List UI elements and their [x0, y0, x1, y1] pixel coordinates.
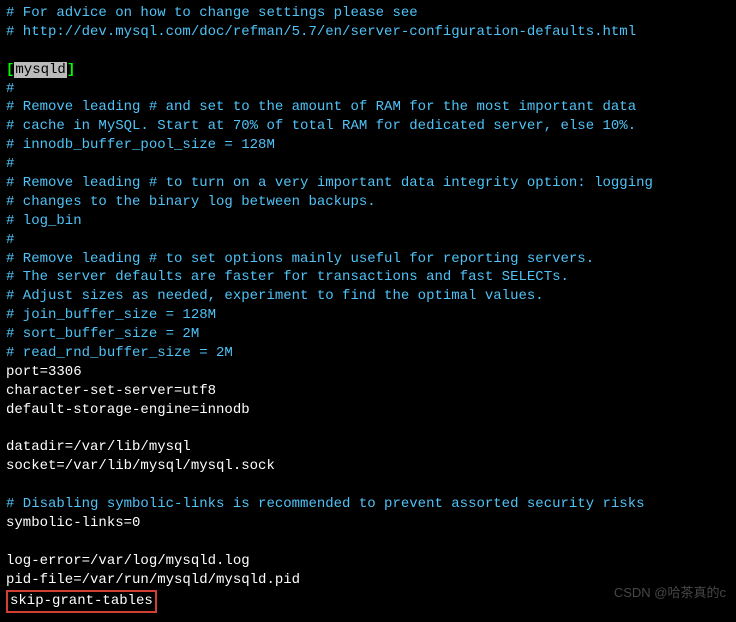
config-line: # log_bin	[6, 212, 730, 231]
comment-text: # Adjust sizes as needed, experiment to …	[6, 288, 544, 304]
setting-text: datadir=/var/lib/mysql	[6, 439, 191, 455]
config-line	[6, 533, 730, 552]
comment-text: # sort_buffer_size = 2M	[6, 326, 199, 342]
config-line	[6, 42, 730, 61]
watermark: CSDN @哈茶真的c	[614, 584, 726, 602]
highlighted-setting: skip-grant-tables	[6, 590, 157, 613]
config-line: character-set-server=utf8	[6, 382, 730, 401]
comment-text: # Remove leading # and set to the amount…	[6, 99, 636, 115]
config-line: # read_rnd_buffer_size = 2M	[6, 344, 730, 363]
config-line: # join_buffer_size = 128M	[6, 306, 730, 325]
comment-text: # Remove leading # to turn on a very imp…	[6, 175, 653, 191]
config-line: port=3306	[6, 363, 730, 382]
setting-text: character-set-server=utf8	[6, 383, 216, 399]
config-line: #	[6, 231, 730, 250]
comment-text: #	[6, 156, 14, 172]
config-line: # For advice on how to change settings p…	[6, 4, 730, 23]
comment-text: # read_rnd_buffer_size = 2M	[6, 345, 233, 361]
config-line: [mysqld]	[6, 61, 730, 80]
section-bracket-close: ]	[67, 62, 75, 78]
comment-text: # Disabling symbolic-links is recommende…	[6, 496, 645, 512]
comment-text: # Remove leading # to set options mainly…	[6, 251, 594, 267]
comment-text: # http://dev.mysql.com/doc/refman/5.7/en…	[6, 24, 636, 40]
config-line: default-storage-engine=innodb	[6, 401, 730, 420]
setting-text: socket=/var/lib/mysql/mysql.sock	[6, 458, 275, 474]
config-line: # innodb_buffer_pool_size = 128M	[6, 136, 730, 155]
comment-text: # join_buffer_size = 128M	[6, 307, 216, 323]
config-line: symbolic-links=0	[6, 514, 730, 533]
section-name: mysqld	[14, 62, 66, 78]
config-line: # The server defaults are faster for tra…	[6, 268, 730, 287]
comment-text: # log_bin	[6, 213, 82, 229]
config-line: #	[6, 155, 730, 174]
comment-text: # changes to the binary log between back…	[6, 194, 376, 210]
config-line: # cache in MySQL. Start at 70% of total …	[6, 117, 730, 136]
setting-text: symbolic-links=0	[6, 515, 140, 531]
config-line	[6, 476, 730, 495]
config-line: # Adjust sizes as needed, experiment to …	[6, 287, 730, 306]
config-line: log-error=/var/log/mysqld.log	[6, 552, 730, 571]
setting-text: default-storage-engine=innodb	[6, 402, 250, 418]
config-line: # Remove leading # and set to the amount…	[6, 98, 730, 117]
config-file-editor[interactable]: # For advice on how to change settings p…	[6, 4, 730, 613]
setting-text: log-error=/var/log/mysqld.log	[6, 553, 250, 569]
comment-text: #	[6, 232, 14, 248]
config-line: datadir=/var/lib/mysql	[6, 438, 730, 457]
config-line: # sort_buffer_size = 2M	[6, 325, 730, 344]
config-line: socket=/var/lib/mysql/mysql.sock	[6, 457, 730, 476]
config-line: # Remove leading # to set options mainly…	[6, 250, 730, 269]
config-line: #	[6, 80, 730, 99]
config-line: # Remove leading # to turn on a very imp…	[6, 174, 730, 193]
comment-text: # For advice on how to change settings p…	[6, 5, 418, 21]
comment-text: # The server defaults are faster for tra…	[6, 269, 569, 285]
setting-text: port=3306	[6, 364, 82, 380]
comment-text: # cache in MySQL. Start at 70% of total …	[6, 118, 636, 134]
config-line	[6, 420, 730, 439]
comment-text: # innodb_buffer_pool_size = 128M	[6, 137, 275, 153]
setting-text: pid-file=/var/run/mysqld/mysqld.pid	[6, 572, 300, 588]
comment-text: #	[6, 81, 14, 97]
config-line: # changes to the binary log between back…	[6, 193, 730, 212]
config-line: # http://dev.mysql.com/doc/refman/5.7/en…	[6, 23, 730, 42]
config-line: # Disabling symbolic-links is recommende…	[6, 495, 730, 514]
